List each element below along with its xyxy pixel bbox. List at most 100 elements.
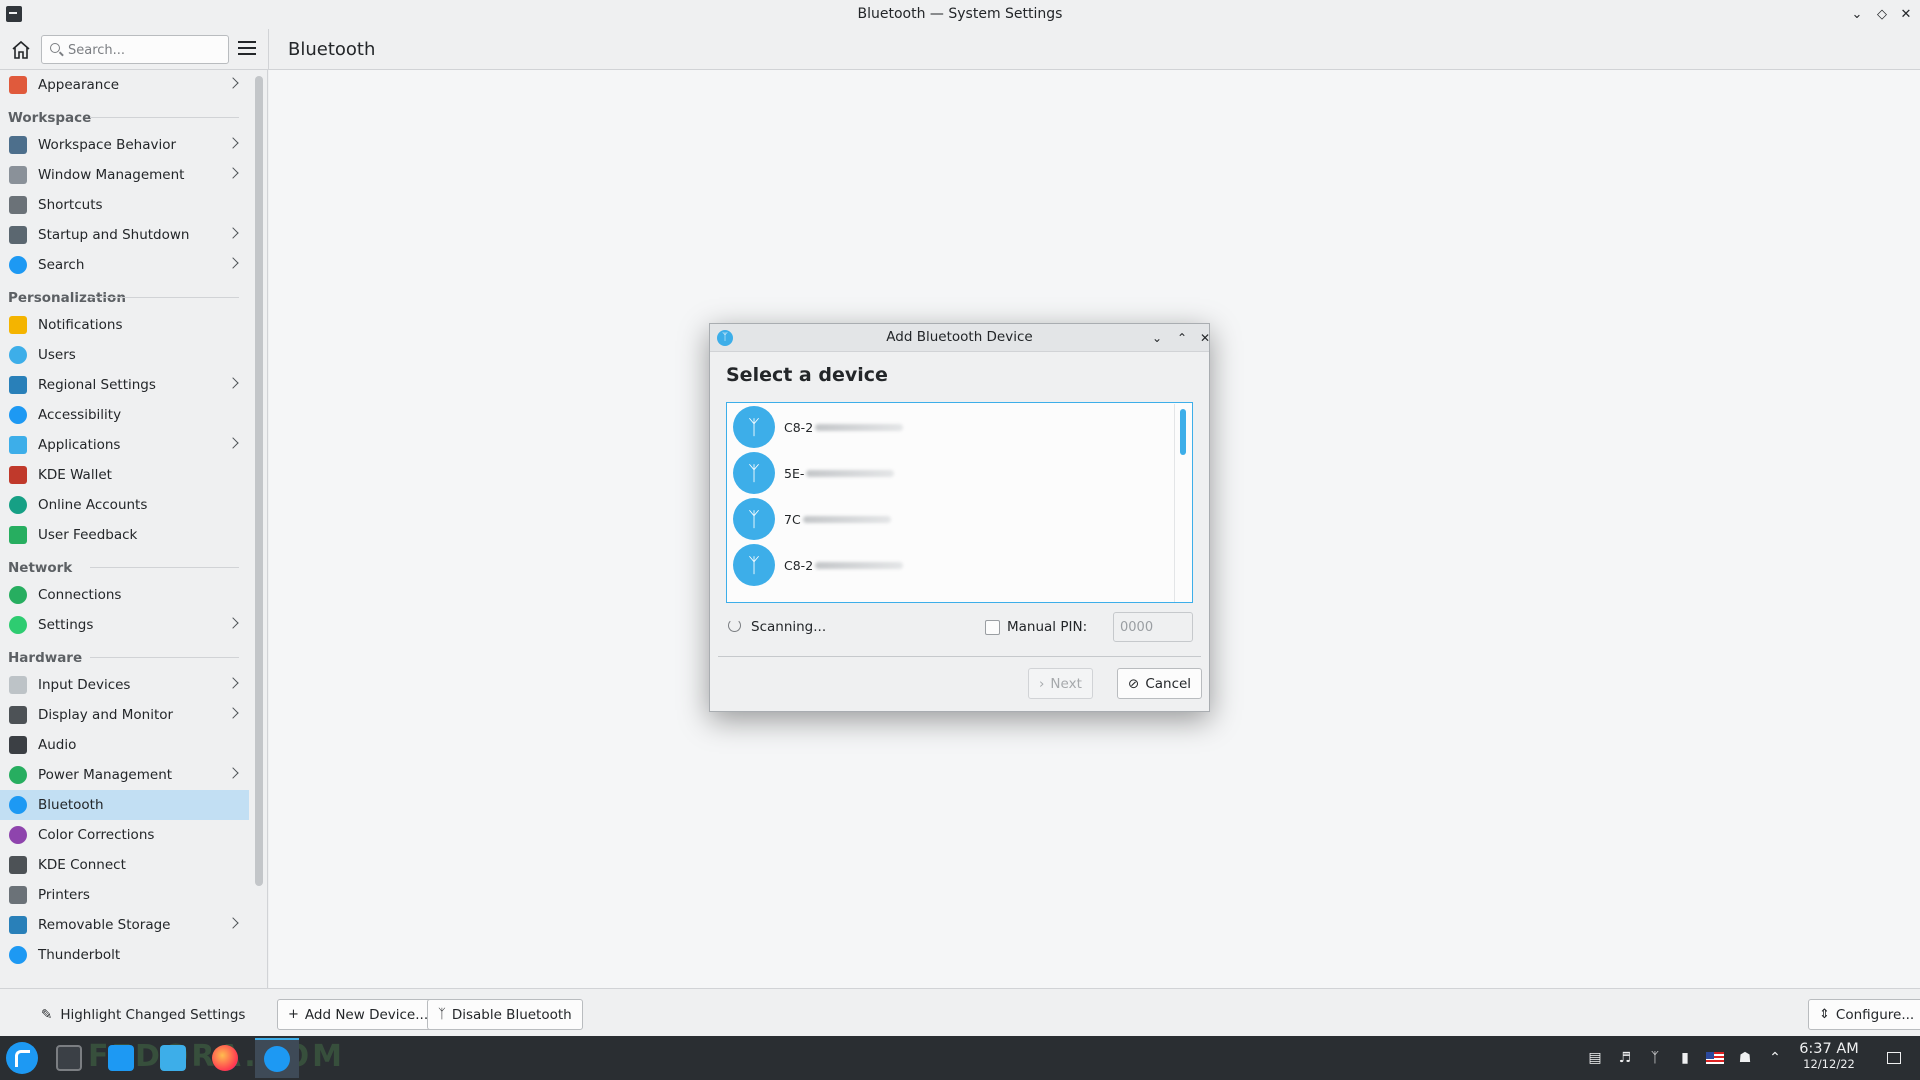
sidebar-item-search[interactable]: Search (0, 250, 249, 280)
sidebar-item-removable-storage[interactable]: Removable Storage (0, 910, 249, 940)
chevron-right-icon: › (1039, 675, 1045, 692)
sidebar-item-label: Accessibility (38, 407, 122, 423)
sidebar-item-shortcuts[interactable]: Shortcuts (0, 190, 249, 220)
sidebar-item-input-devices[interactable]: Input Devices (0, 670, 249, 700)
clock[interactable]: 6:37 AM 12/12/22 (1787, 1041, 1871, 1071)
dialog-maximize-button[interactable]: ⌃ (1173, 329, 1191, 347)
show-desktop-icon[interactable] (1883, 1048, 1905, 1068)
maximize-button[interactable]: ◇ (1872, 4, 1892, 24)
sidebar-item-connections[interactable]: Connections (0, 580, 249, 610)
disable-bluetooth-button[interactable]: ᛉ Disable Bluetooth (427, 999, 583, 1030)
dialog-title: Add Bluetooth Device (886, 329, 1033, 345)
sidebar-item-color-corrections[interactable]: Color Corrections (0, 820, 249, 850)
sidebar-item-audio[interactable]: Audio (0, 730, 249, 760)
sidebar-item-label: Startup and Shutdown (38, 227, 190, 243)
sidebar-item-label: KDE Wallet (38, 467, 112, 483)
sidebar-item-startup-and-shutdown[interactable]: Startup and Shutdown (0, 220, 249, 250)
chevron-right-icon (227, 167, 239, 179)
regional-icon (9, 376, 27, 394)
configure-label: Configure... (1835, 1006, 1915, 1023)
sidebar-item-thunderbolt[interactable]: Thunderbolt (0, 940, 249, 970)
sidebar-item-label: Applications (38, 437, 121, 453)
search-icon (9, 256, 27, 274)
show-hidden-icons-icon[interactable]: ⌃ (1764, 1048, 1786, 1068)
firefox-icon[interactable] (203, 1038, 247, 1078)
sidebar-item-kde-wallet[interactable]: KDE Wallet (0, 460, 249, 490)
device-list[interactable]: ᛉ C8-2 ᛉ 5E- ᛉ 7C ᛉ C8-2 (726, 402, 1193, 603)
network-settings-icon (9, 616, 27, 634)
sidebar-item-user-feedback[interactable]: User Feedback (0, 520, 249, 550)
bluetooth-tray-icon[interactable]: ᛉ (1644, 1048, 1666, 1068)
sidebar-item-label: Users (38, 347, 76, 363)
sidebar-item-display-and-monitor[interactable]: Display and Monitor (0, 700, 249, 730)
sidebar-item-label: Window Management (38, 167, 185, 183)
dialog-close-button[interactable]: ✕ (1196, 329, 1214, 347)
cancel-icon: ⊘ (1128, 675, 1140, 692)
scanning-status: Scanning... (751, 619, 827, 635)
manual-pin-input[interactable] (1113, 612, 1193, 642)
close-button[interactable]: ✕ (1896, 4, 1916, 24)
plus-icon: + (288, 1007, 299, 1022)
sidebar-item-label: Connections (38, 587, 122, 603)
sidebar-item-label: User Feedback (38, 527, 138, 543)
device-item[interactable]: ᛉ 7C (733, 497, 891, 541)
hamburger-menu-icon[interactable] (238, 41, 256, 57)
app-launcher-icon[interactable] (6, 1042, 38, 1074)
dialog-minimize-button[interactable]: ⌄ (1148, 329, 1166, 347)
refresh-icon (728, 619, 741, 632)
search-field[interactable] (41, 35, 229, 64)
manual-pin-label: Manual PIN: (1007, 619, 1088, 635)
sidebar-section-heading: Workspace (0, 100, 267, 130)
sidebar-item-regional-settings[interactable]: Regional Settings (0, 370, 249, 400)
system-settings-task-icon[interactable] (255, 1038, 299, 1078)
home-icon[interactable] (9, 38, 33, 62)
sidebar-item-applications[interactable]: Applications (0, 430, 249, 460)
device-item[interactable]: ᛉ 5E- (733, 451, 895, 495)
connections-icon (9, 586, 27, 604)
sidebar-item-notifications[interactable]: Notifications (0, 310, 249, 340)
device-list-scrollbar[interactable] (1174, 404, 1192, 602)
sidebar-item-users[interactable]: Users (0, 340, 249, 370)
cancel-button[interactable]: ⊘ Cancel (1117, 668, 1203, 699)
sidebar-item-window-management[interactable]: Window Management (0, 160, 249, 190)
highlight-changed-settings-button[interactable]: ✎ Highlight Changed Settings (33, 999, 253, 1030)
sidebar-item-label: Thunderbolt (38, 947, 121, 963)
add-bluetooth-device-dialog: ᛉ Add Bluetooth Device ⌄ ⌃ ✕ Select a de… (709, 323, 1210, 712)
sidebar-scrollbar[interactable] (255, 76, 263, 886)
network-icon[interactable]: ☗ (1734, 1048, 1756, 1068)
window-management-icon (9, 166, 27, 184)
sidebar-item-settings[interactable]: Settings (0, 610, 249, 640)
sidebar-item-online-accounts[interactable]: Online Accounts (0, 490, 249, 520)
task-manager-icon[interactable] (47, 1038, 91, 1078)
keyboard-layout-flag-icon[interactable] (1704, 1048, 1726, 1068)
monitor-icon (9, 706, 27, 724)
clipboard-icon[interactable]: ▤ (1584, 1048, 1606, 1068)
sidebar-item-kde-connect[interactable]: KDE Connect (0, 850, 249, 880)
sidebar-item-accessibility[interactable]: Accessibility (0, 400, 249, 430)
device-item[interactable]: ᛉ C8-2 (733, 543, 904, 587)
sidebar-item-power-management[interactable]: Power Management (0, 760, 249, 790)
sidebar-section-heading: Hardware (0, 640, 267, 670)
kde-connect-icon (9, 856, 27, 874)
manual-pin-checkbox[interactable] (985, 620, 1000, 635)
disable-bluetooth-label: Disable Bluetooth (451, 1006, 572, 1023)
sidebar-section-heading: Network (0, 550, 267, 580)
bluetooth-icon (9, 796, 27, 814)
minimize-button[interactable]: ⌄ (1847, 4, 1867, 24)
chevron-right-icon (227, 707, 239, 719)
search-input[interactable] (68, 41, 218, 59)
sidebar-item-bluetooth[interactable]: Bluetooth (0, 790, 249, 820)
configure-button[interactable]: ⇕ Configure... (1808, 999, 1920, 1030)
device-item[interactable]: ᛉ C8-2 (733, 405, 904, 449)
sidebar-item-printers[interactable]: Printers (0, 880, 249, 910)
add-new-device-button[interactable]: + Add New Device... (277, 999, 440, 1030)
file-manager-icon[interactable] (151, 1038, 195, 1078)
discover-icon[interactable] (99, 1038, 143, 1078)
workspace-behavior-icon (9, 136, 27, 154)
sidebar-item-appearance[interactable]: Appearance (0, 70, 249, 100)
audio-icon (9, 736, 27, 754)
volume-icon[interactable]: ♬ (1614, 1048, 1636, 1068)
battery-icon[interactable]: ▮ (1674, 1048, 1696, 1068)
next-button[interactable]: › Next (1028, 668, 1093, 699)
sidebar-item-workspace-behavior[interactable]: Workspace Behavior (0, 130, 249, 160)
